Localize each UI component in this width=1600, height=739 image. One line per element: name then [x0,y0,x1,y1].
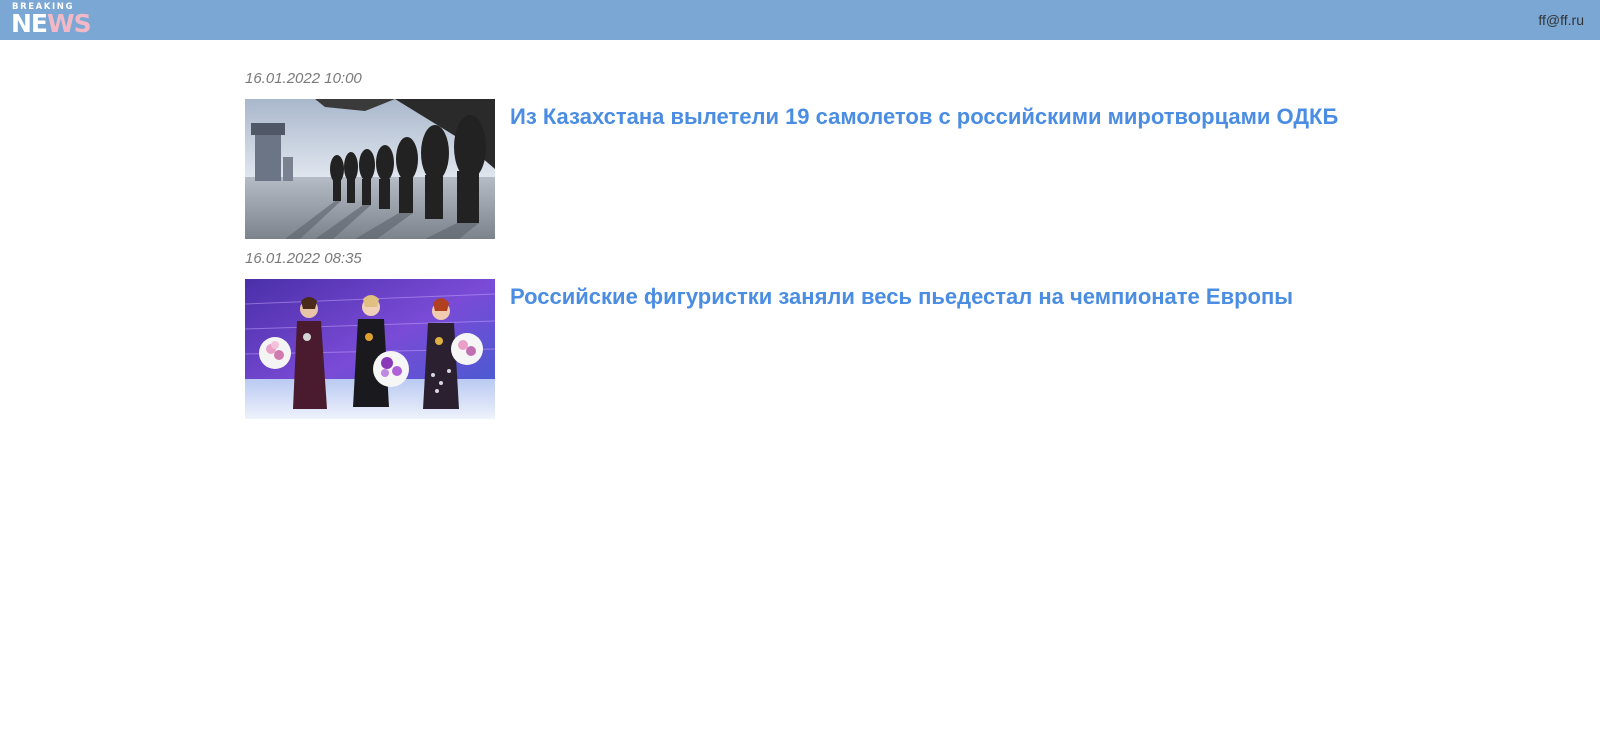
breaking-news-logo[interactable]: BREAKING NEWS [11,3,92,38]
skaters-image [245,279,495,419]
news-date: 16.01.2022 08:35 [245,250,362,267]
user-email[interactable]: ff@ff.ru [1538,12,1584,28]
logo-news-part-1: NE [11,9,48,38]
top-bar: BREAKING NEWS ff@ff.ru [0,0,1600,40]
news-headline-link[interactable]: Российские фигуристки заняли весь пьедес… [510,283,1340,311]
news-thumbnail[interactable] [245,279,495,419]
logo-news-part-2: WS [47,9,92,38]
logo-news-text: NEWS [11,9,92,38]
news-item: 16.01.2022 08:35 Российские фигуристки з… [245,246,1345,426]
news-item: 16.01.2022 10:00 Из Казахстана вылетели … [245,66,1345,246]
news-thumbnail[interactable] [245,99,495,239]
news-date: 16.01.2022 10:00 [245,70,362,87]
news-feed: 16.01.2022 10:00 Из Казахстана вылетели … [245,66,1345,426]
news-headline-link[interactable]: Из Казахстана вылетели 19 самолетов с ро… [510,103,1340,131]
soldiers-image [245,99,495,239]
